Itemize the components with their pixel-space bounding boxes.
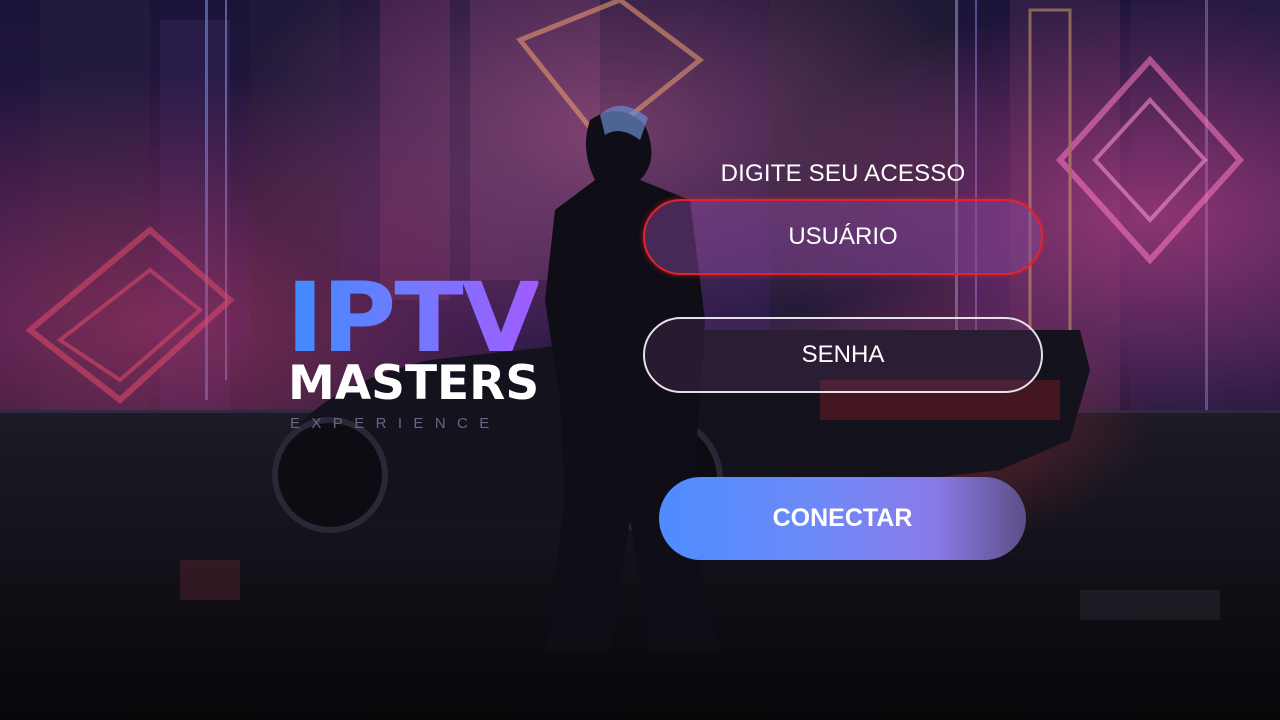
connect-button-label: CONECTAR [772, 504, 913, 532]
iptv-masters-logo: IPTV MASTERS EXPERIENCE [286, 262, 558, 436]
username-field[interactable]: USUÁRIO [643, 199, 1043, 275]
username-placeholder: USUÁRIO [788, 223, 898, 250]
password-placeholder: SENHA [801, 341, 885, 368]
logo-experience-text: EXPERIENCE [290, 415, 501, 432]
login-screen: IPTV MASTERS EXPERIENCE DIGITE SEU ACESS… [0, 0, 1280, 720]
password-field[interactable]: SENHA [643, 317, 1043, 393]
logo-iptv-text: IPTV [286, 262, 540, 374]
logo-masters-text: MASTERS [288, 356, 540, 411]
connect-button[interactable]: CONECTAR [659, 477, 1026, 560]
login-title: DIGITE SEU ACESSO [720, 160, 966, 187]
cyberpunk-city-background [0, 0, 1280, 720]
